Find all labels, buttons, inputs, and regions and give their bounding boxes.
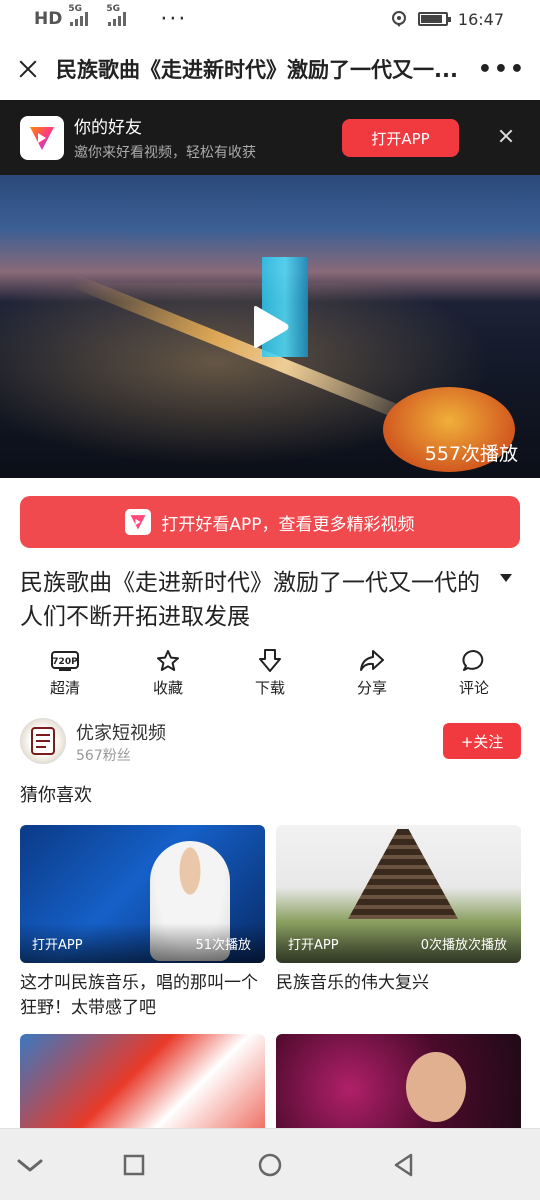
action-row: 720P 超清 收藏 下载 分享 评论 — [0, 648, 540, 698]
download-icon — [240, 648, 300, 674]
network-type: HD — [34, 9, 63, 29]
action-label: 评论 — [458, 679, 489, 697]
app-logo — [20, 115, 64, 160]
cover-figure — [406, 1052, 466, 1122]
close-icon[interactable] — [498, 128, 514, 144]
video-title: 民族歌曲《走进新时代》激励了一代又一代的人们不断开拓进取发展 — [20, 570, 480, 630]
share-button[interactable]: 分享 — [342, 648, 402, 698]
share-icon — [342, 648, 402, 674]
app-logo — [125, 509, 152, 535]
chevron-down-icon[interactable] — [16, 1151, 44, 1179]
expand-caret-icon[interactable] — [500, 574, 512, 582]
battery-icon — [417, 12, 451, 26]
signal-icon: 5G — [106, 4, 127, 26]
status-bar: HD 5G 5G ··· 16:47 — [0, 0, 540, 38]
download-button[interactable]: 下载 — [240, 648, 300, 698]
close-icon[interactable] — [14, 55, 42, 83]
open-app-label[interactable]: 打开APP — [32, 934, 83, 953]
comment-button[interactable]: 评论 — [444, 648, 504, 698]
play-icon[interactable] — [250, 305, 290, 349]
author-name[interactable]: 优家短视频 — [76, 719, 166, 745]
banner-text: 你的好友 邀你来好看视频，轻松有收获 — [74, 113, 256, 162]
banner-title: 你的好友 — [74, 118, 142, 138]
play-count: 0次播放次播放 — [420, 938, 507, 953]
system-nav-bar — [0, 1128, 540, 1200]
recommend-card[interactable]: 打开APP 0次播放次播放 民族音乐的伟大复兴 — [276, 825, 521, 996]
play-count: 557次播放 — [424, 443, 518, 465]
star-icon — [138, 648, 198, 674]
location-icon — [391, 11, 406, 27]
cta-label: 打开好看APP，查看更多精彩视频 — [161, 514, 415, 535]
status-left: HD 5G 5G ··· — [34, 4, 188, 32]
hd-720p-icon: 720P — [35, 648, 95, 674]
avatar[interactable] — [20, 718, 66, 764]
play-count: 51次播放 — [195, 938, 251, 953]
recents-icon[interactable] — [120, 1151, 148, 1179]
back-icon[interactable] — [390, 1151, 418, 1179]
card-title[interactable]: 这才叫民族音乐，唱的那叫一个狂野！太带感了吧 — [20, 971, 265, 1021]
comment-icon — [444, 648, 504, 674]
more-menu-icon[interactable]: ••• — [478, 57, 526, 82]
video-cover[interactable]: 打开APP 51次播放 — [20, 825, 265, 963]
sim2-label: 5G — [106, 4, 120, 14]
clock: 16:47 — [457, 9, 504, 29]
open-app-cta-button[interactable]: 打开好看APP，查看更多精彩视频 — [20, 496, 520, 548]
author-row: 优家短视频 567粉丝 +关注 — [20, 716, 521, 768]
action-label: 超清 — [49, 679, 80, 697]
signal-icon: 5G — [68, 4, 89, 26]
author-fans: 567粉丝 — [76, 748, 131, 764]
follow-button[interactable]: +关注 — [443, 723, 521, 759]
title-bar: 民族歌曲《走进新时代》激励了一代又一... ••• — [0, 38, 540, 100]
card-title[interactable]: 民族音乐的伟大复兴 — [276, 971, 521, 996]
more-notifications-icon: ··· — [160, 6, 188, 32]
recommend-card[interactable]: 打开APP 51次播放 这才叫民族音乐，唱的那叫一个狂野！太带感了吧 — [20, 825, 265, 1021]
quality-badge: 720P — [52, 657, 78, 667]
status-right: 16:47 — [390, 10, 504, 29]
action-label: 收藏 — [152, 679, 183, 697]
home-icon[interactable] — [256, 1151, 284, 1179]
video-player[interactable]: 557次播放 — [0, 175, 540, 478]
section-title: 猜你喜欢 — [20, 785, 92, 806]
open-app-label[interactable]: 打开APP — [288, 934, 339, 953]
quality-button[interactable]: 720P 超清 — [35, 648, 95, 698]
cover-figure — [348, 829, 458, 919]
action-label: 下载 — [254, 679, 285, 697]
banner-subtitle: 邀你来好看视频，轻松有收获 — [74, 145, 256, 161]
page-title: 民族歌曲《走进新时代》激励了一代又一... — [56, 58, 458, 82]
favorite-button[interactable]: 收藏 — [138, 648, 198, 698]
open-app-button[interactable]: 打开APP — [342, 119, 459, 157]
sim1-label: 5G — [68, 4, 82, 14]
app-download-banner: 你的好友 邀你来好看视频，轻松有收获 打开APP — [0, 100, 540, 175]
action-label: 分享 — [356, 679, 387, 697]
video-cover[interactable]: 打开APP 0次播放次播放 — [276, 825, 521, 963]
